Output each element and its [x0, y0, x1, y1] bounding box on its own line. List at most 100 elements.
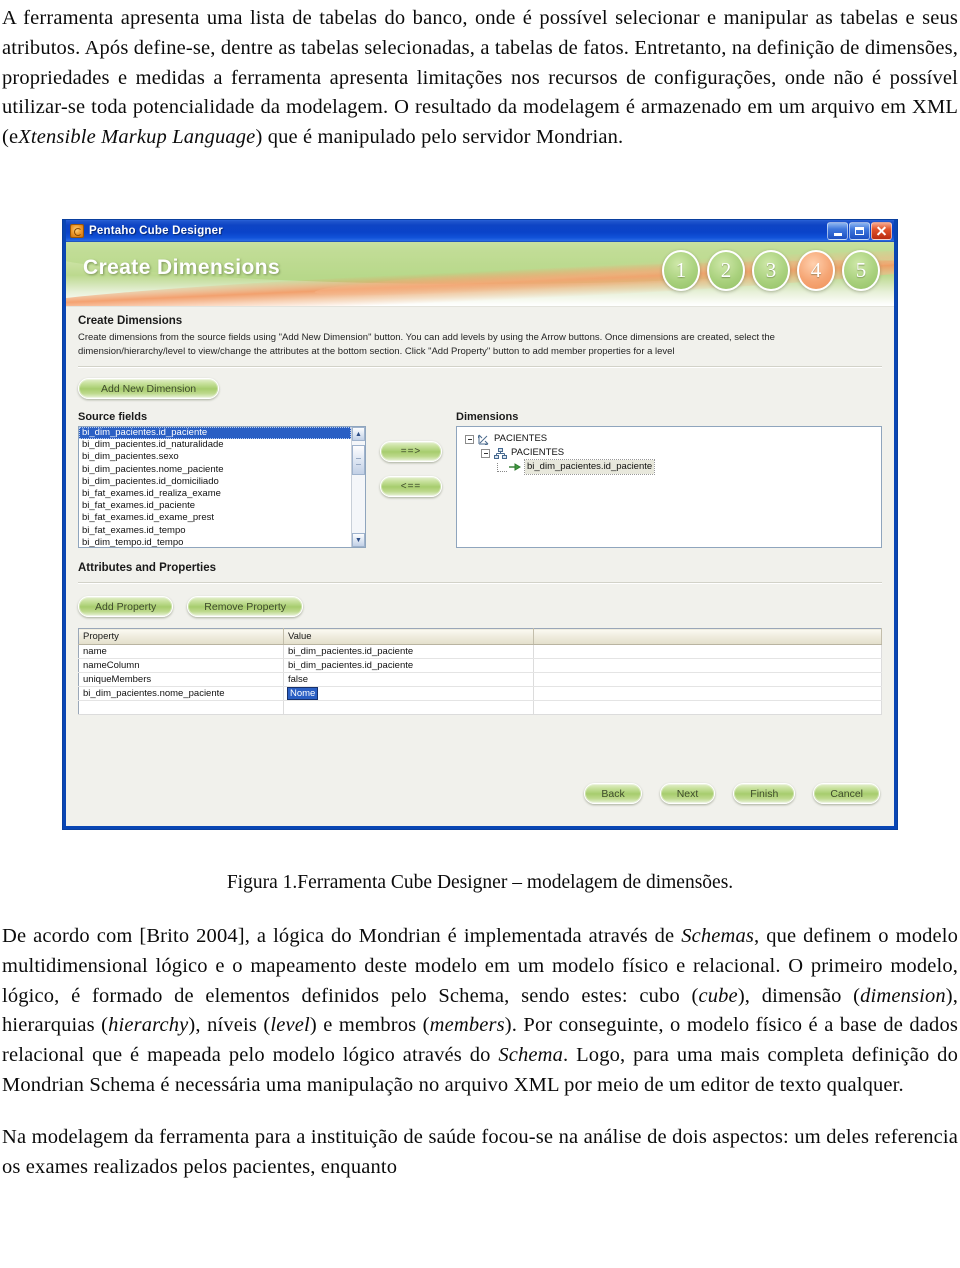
table-header-row: Property Value	[78, 628, 882, 645]
close-button[interactable]	[871, 222, 892, 240]
tree-node-label: PACIENTES	[494, 433, 548, 444]
property-name-cell[interactable]	[78, 700, 284, 715]
scrollbar-thumb[interactable]	[352, 445, 365, 475]
property-value-cell[interactable]: bi_dim_pacientes.id_paciente	[283, 658, 534, 673]
maximize-icon	[855, 227, 864, 235]
list-item[interactable]: bi_dim_pacientes.sexo	[79, 451, 351, 463]
table-row-empty[interactable]	[78, 700, 882, 715]
property-extra-cell[interactable]	[533, 672, 882, 687]
section-heading: Create Dimensions	[78, 315, 183, 327]
property-extra-cell[interactable]	[533, 644, 882, 659]
column-header-value[interactable]: Value	[283, 628, 534, 645]
add-new-dimension-button[interactable]: Add New Dimension	[78, 378, 220, 399]
back-button[interactable]: Back	[584, 783, 642, 804]
source-fields-scrollbar[interactable]: ▲ ▼	[351, 427, 365, 547]
close-icon	[876, 226, 887, 237]
list-item[interactable]: bi_fat_exames.id_paciente	[79, 500, 351, 512]
property-extra-cell[interactable]	[533, 686, 882, 701]
add-property-button[interactable]: Add Property	[78, 596, 174, 617]
property-name-cell[interactable]: nameColumn	[78, 658, 284, 673]
column-header-empty[interactable]	[533, 628, 882, 645]
window-title: Pentaho Cube Designer	[89, 225, 223, 237]
wizard-step-5[interactable]: 5	[842, 250, 880, 291]
list-item[interactable]: bi_dim_pacientes.id_domiciliado	[79, 476, 351, 488]
property-name-cell[interactable]: uniqueMembers	[78, 672, 284, 687]
dimensions-label: Dimensions	[456, 411, 519, 423]
minimize-button[interactable]	[827, 222, 848, 240]
next-button[interactable]: Next	[659, 783, 716, 804]
editing-value-text[interactable]: Nome	[286, 687, 319, 700]
paragraph-modelagem-saude: Na modelagem da ferramenta para a instit…	[2, 1125, 958, 1178]
wizard-content-area: Create Dimensions Create dimensions from…	[66, 306, 894, 826]
source-fields-items: bi_dim_pacientes.id_paciente bi_dim_paci…	[79, 427, 351, 547]
source-fields-panel: Source fields bi_dim_pacientes.id_pacien…	[78, 411, 366, 548]
table-row[interactable]: bi_dim_pacientes.nome_paciente Nome	[78, 686, 882, 701]
property-name-cell[interactable]: name	[78, 644, 284, 659]
list-item[interactable]: bi_fat_exames.id_realiza_exame	[79, 488, 351, 500]
intro-paragraph: A ferramenta apresenta uma lista de tabe…	[2, 7, 958, 149]
tree-node-label: bi_dim_pacientes.id_paciente	[523, 459, 656, 475]
property-name-cell[interactable]: bi_dim_pacientes.nome_paciente	[78, 686, 284, 701]
table-row[interactable]: nameColumn bi_dim_pacientes.id_paciente	[78, 658, 882, 673]
column-header-property[interactable]: Property	[78, 628, 284, 645]
wizard-step-indicator: 1 2 3 4 5	[662, 250, 880, 291]
source-fields-label: Source fields	[78, 411, 148, 423]
pentaho-cube-designer-window[interactable]: Pentaho Cube Designer Create Dimensions …	[62, 219, 898, 830]
source-fields-listbox[interactable]: bi_dim_pacientes.id_paciente bi_dim_paci…	[78, 426, 366, 548]
property-value-cell[interactable]: false	[283, 672, 534, 687]
window-title-bar[interactable]: Pentaho Cube Designer	[66, 220, 894, 242]
window-bottom-strip	[66, 820, 894, 826]
property-value-cell[interactable]: bi_dim_pacientes.id_paciente	[283, 644, 534, 659]
app-logo-icon	[70, 224, 84, 238]
level-icon	[509, 462, 521, 472]
add-to-dimension-button[interactable]: ==>	[380, 441, 442, 462]
tree-node-dimension[interactable]: PACIENTES	[461, 432, 877, 446]
attributes-heading: Attributes and Properties	[78, 562, 217, 574]
remove-from-dimension-button[interactable]: <==	[380, 476, 442, 497]
scrollbar-track[interactable]	[352, 441, 365, 533]
list-item[interactable]: bi_fat_exames.id_exame_prest	[79, 512, 351, 524]
minimize-icon	[833, 233, 842, 236]
dimension-editor-panels: Source fields bi_dim_pacientes.id_pacien…	[78, 411, 882, 548]
property-extra-cell[interactable]	[533, 658, 882, 673]
body-after-figure: De acordo com [Brito 2004], a lógica do …	[0, 896, 960, 1182]
tree-node-hierarchy[interactable]: PACIENTES	[461, 446, 877, 460]
tree-connector	[497, 462, 507, 472]
dimensions-tree[interactable]: PACIENTES PACIENTES bi_dim_pacientes.id_…	[456, 426, 882, 548]
list-item[interactable]: bi_dim_pacientes.id_paciente	[79, 427, 351, 440]
transfer-button-group: ==> <==	[366, 411, 456, 497]
property-extra-cell[interactable]	[533, 700, 882, 715]
divider-attributes	[78, 582, 882, 584]
collapse-icon[interactable]	[481, 448, 490, 458]
property-value-cell-editing[interactable]: Nome	[283, 686, 534, 701]
banner-title: Create Dimensions	[83, 256, 281, 279]
list-item[interactable]: bi_dim_tempo.id_tempo	[79, 537, 351, 547]
list-item[interactable]: bi_dim_pacientes.nome_paciente	[79, 464, 351, 476]
window-controls	[827, 222, 892, 240]
collapse-icon[interactable]	[465, 434, 474, 444]
maximize-button[interactable]	[849, 222, 870, 240]
tree-node-label: PACIENTES	[511, 447, 565, 458]
list-item[interactable]: bi_fat_exames.id_tempo	[79, 525, 351, 537]
property-button-group: Add Property Remove Property	[78, 596, 882, 617]
divider	[78, 366, 882, 368]
wizard-banner: Create Dimensions 1 2 3 4 5	[66, 242, 894, 307]
wizard-step-4[interactable]: 4	[797, 250, 835, 291]
cancel-button[interactable]: Cancel	[813, 783, 880, 804]
table-row[interactable]: name bi_dim_pacientes.id_paciente	[78, 644, 882, 659]
table-row[interactable]: uniqueMembers false	[78, 672, 882, 687]
wizard-step-1[interactable]: 1	[662, 250, 700, 291]
paragraph-mondrian-schema: De acordo com [Brito 2004], a lógica do …	[2, 925, 959, 1096]
scroll-down-icon[interactable]: ▼	[352, 533, 365, 547]
list-item[interactable]: bi_dim_pacientes.id_naturalidade	[79, 439, 351, 451]
wizard-step-3[interactable]: 3	[752, 250, 790, 291]
hierarchy-icon	[494, 447, 507, 459]
dimension-icon	[478, 434, 490, 445]
finish-button[interactable]: Finish	[733, 783, 796, 804]
remove-property-button[interactable]: Remove Property	[187, 596, 303, 617]
scroll-up-icon[interactable]: ▲	[352, 427, 365, 441]
tree-node-level[interactable]: bi_dim_pacientes.id_paciente	[461, 459, 877, 475]
property-value-cell[interactable]	[283, 700, 534, 715]
wizard-step-2[interactable]: 2	[707, 250, 745, 291]
properties-table[interactable]: Property Value name bi_dim_pacientes.id_…	[78, 628, 882, 715]
